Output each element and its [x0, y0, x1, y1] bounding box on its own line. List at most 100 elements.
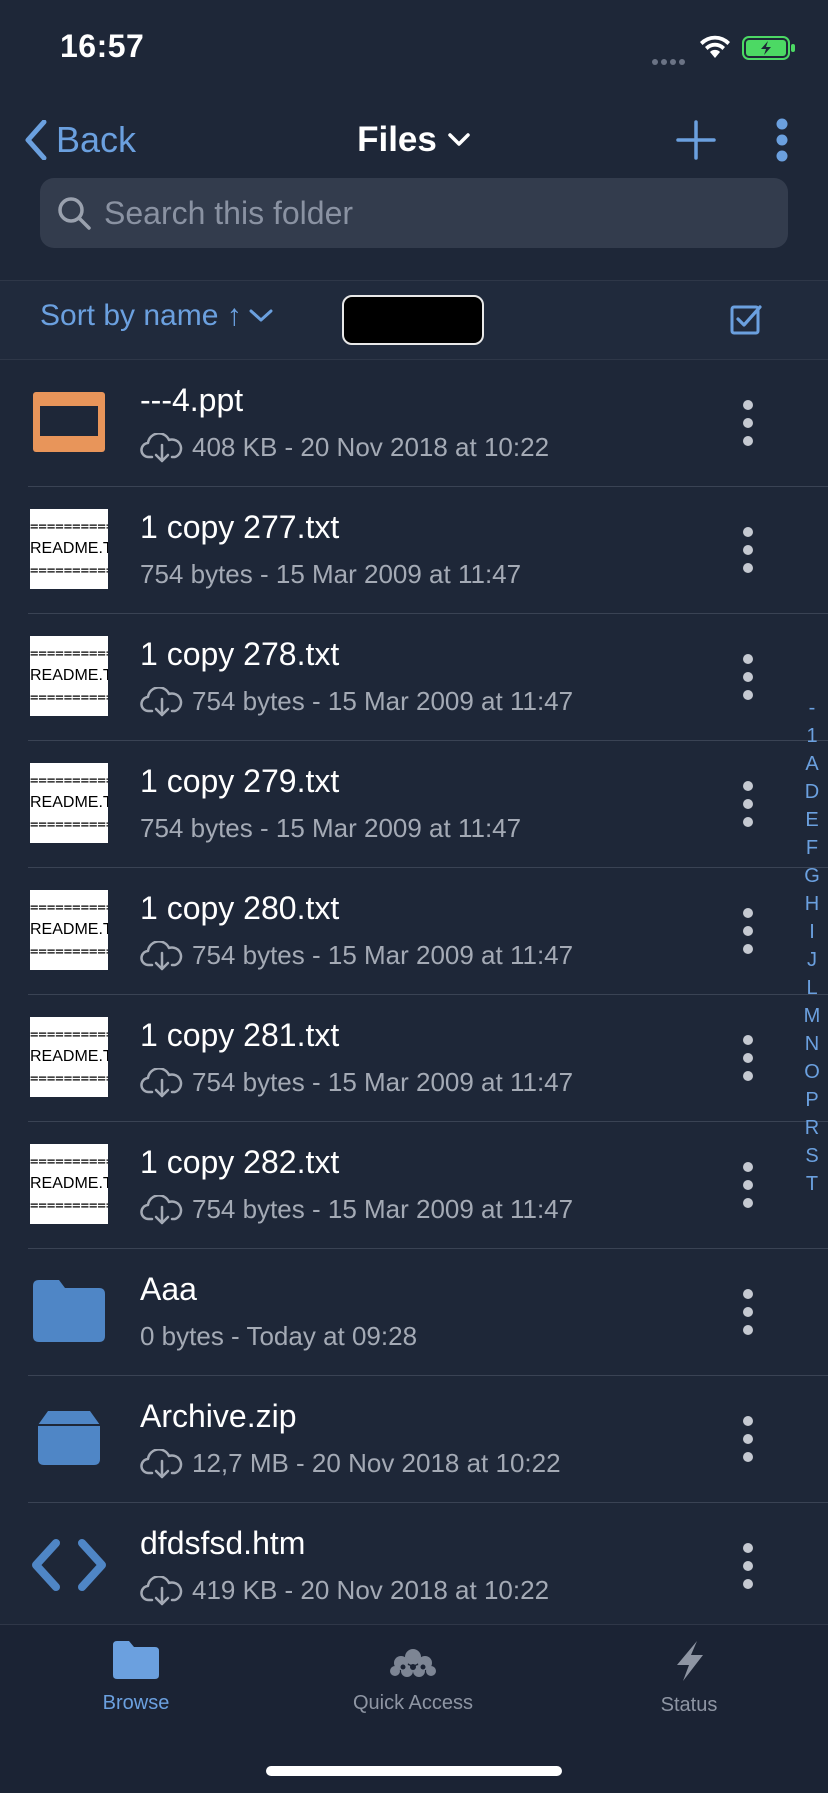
file-row[interactable]: Archive.zip 12,7 MB - 20 Nov 2018 at 10:2…	[28, 1376, 828, 1503]
section-index-letter[interactable]: O	[796, 1058, 828, 1086]
more-options-icon[interactable]	[728, 781, 768, 827]
cloud-download-icon	[140, 940, 183, 970]
file-row[interactable]: ========== README.T ========== 1 copy 281.t…	[28, 995, 828, 1122]
file-thumbnail	[30, 382, 108, 462]
file-name: 1 copy 279.txt	[140, 763, 340, 799]
file-meta-text: 754 bytes - 15 Mar 2009 at 11:47	[140, 559, 522, 589]
file-row[interactable]: ---4.ppt 408 KB - 20 Nov 2018 at 10:22	[28, 360, 828, 487]
cloud-download-icon	[140, 1448, 183, 1478]
folder-title-dropdown[interactable]: Files	[357, 120, 471, 160]
file-meta: 12,7 MB - 20 Nov 2018 at 10:22	[140, 1448, 561, 1479]
readme-thumbnail: ========== README.T ==========	[30, 636, 108, 716]
more-options-icon[interactable]	[728, 400, 768, 446]
folder-icon	[113, 1641, 159, 1679]
cloud-download-icon	[140, 686, 183, 716]
archive-icon	[38, 1411, 100, 1465]
file-meta: 408 KB - 20 Nov 2018 at 10:22	[140, 432, 549, 463]
file-name: dfdsfsd.htm	[140, 1525, 306, 1561]
file-row[interactable]: ========== README.T ========== 1 copy 279.t…	[28, 741, 828, 868]
more-options-icon[interactable]	[728, 1035, 768, 1081]
more-options-icon[interactable]	[728, 1416, 768, 1462]
file-meta-text: 408 KB - 20 Nov 2018 at 10:22	[192, 432, 550, 462]
cloud-download-icon	[140, 1194, 183, 1224]
sort-button[interactable]: Sort by name ↑	[40, 299, 274, 333]
bolt-icon	[677, 1641, 703, 1681]
file-thumbnail	[30, 1271, 108, 1351]
more-options-icon[interactable]	[728, 1289, 768, 1335]
section-index-letter[interactable]: P	[796, 1086, 828, 1114]
section-index[interactable]: -1ADEFGHIJLMNOPRST	[796, 694, 828, 1198]
thumbnail-rule: ==========	[30, 944, 108, 960]
file-name: 1 copy 280.txt	[140, 890, 340, 926]
search-bar	[40, 178, 788, 248]
sort-label: Sort by name ↑	[40, 299, 242, 332]
file-thumbnail: ========== README.T ==========	[30, 509, 108, 589]
file-meta: 754 bytes - 15 Mar 2009 at 11:47	[140, 940, 573, 971]
status-bar: 16:57	[0, 0, 828, 100]
section-index-letter[interactable]: N	[796, 1030, 828, 1058]
sort-bar: Sort by name ↑	[0, 281, 828, 359]
tab-quick-access[interactable]: Quick Access	[313, 1639, 513, 1715]
file-row[interactable]: dfdsfsd.htm 419 KB - 20 Nov 2018 at 10:22	[28, 1503, 828, 1629]
section-index-letter[interactable]: S	[796, 1142, 828, 1170]
section-index-letter[interactable]: A	[796, 750, 828, 778]
file-meta-text: 754 bytes - 15 Mar 2009 at 11:47	[140, 813, 522, 843]
readme-thumbnail: ========== README.T ==========	[30, 509, 108, 589]
more-options-icon[interactable]	[728, 654, 768, 700]
file-row[interactable]: ========== README.T ========== 1 copy 277.t…	[28, 487, 828, 614]
thumbnail-label: README.T	[30, 1048, 108, 1065]
file-row[interactable]: ========== README.T ========== 1 copy 280.t…	[28, 868, 828, 995]
file-thumbnail: ========== README.T ==========	[30, 1144, 108, 1224]
file-thumbnail: ========== README.T ==========	[30, 636, 108, 716]
more-options-icon[interactable]	[770, 112, 794, 168]
file-name: ---4.ppt	[140, 382, 244, 418]
section-index-letter[interactable]: I	[796, 918, 828, 946]
more-options-icon[interactable]	[728, 908, 768, 954]
chevron-down-icon	[249, 309, 273, 322]
thumbnail-rule: ==========	[30, 563, 108, 579]
tab-browse[interactable]: Browse	[36, 1639, 236, 1715]
section-index-letter[interactable]: J	[796, 946, 828, 974]
filter-pill[interactable]	[342, 295, 484, 345]
section-index-letter[interactable]: E	[796, 806, 828, 834]
section-index-letter[interactable]: M	[796, 1002, 828, 1030]
file-row[interactable]: ========== README.T ========== 1 copy 278.t…	[28, 614, 828, 741]
navigation-bar: Back Files	[0, 100, 828, 180]
section-index-letter[interactable]: R	[796, 1114, 828, 1142]
tab-label: Status	[660, 1694, 718, 1716]
thumbnail-label: README.T	[30, 794, 108, 811]
file-meta: 754 bytes - 15 Mar 2009 at 11:47	[140, 813, 521, 844]
file-meta-text: 754 bytes - 15 Mar 2009 at 11:47	[192, 1067, 574, 1097]
thumbnail-rule: ==========	[30, 1071, 108, 1087]
add-icon[interactable]	[676, 112, 716, 168]
search-icon	[58, 197, 91, 230]
section-index-letter[interactable]: L	[796, 974, 828, 1002]
folder-icon	[33, 1280, 105, 1342]
section-index-letter[interactable]: H	[796, 890, 828, 918]
search-input[interactable]	[102, 193, 746, 233]
cloud-download-icon	[140, 1067, 183, 1097]
section-index-letter[interactable]: G	[796, 862, 828, 890]
file-meta-text: 12,7 MB - 20 Nov 2018 at 10:22	[192, 1448, 561, 1478]
more-options-icon[interactable]	[728, 1162, 768, 1208]
file-meta-text: 754 bytes - 15 Mar 2009 at 11:47	[192, 1194, 574, 1224]
thumbnail-rule: ==========	[30, 817, 108, 833]
thumbnail-label: README.T	[30, 667, 108, 684]
file-row[interactable]: Aaa 0 bytes - Today at 09:28	[28, 1249, 828, 1376]
file-name: Archive.zip	[140, 1398, 297, 1434]
section-index-letter[interactable]: -	[796, 694, 828, 722]
file-meta-text: 419 KB - 20 Nov 2018 at 10:22	[192, 1575, 550, 1605]
more-options-icon[interactable]	[728, 1543, 768, 1589]
section-index-letter[interactable]: 1	[796, 722, 828, 750]
home-indicator	[266, 1766, 562, 1776]
file-row[interactable]: ========== README.T ========== 1 copy 282.t…	[28, 1122, 828, 1249]
presentation-icon	[33, 392, 105, 452]
more-options-icon[interactable]	[728, 527, 768, 573]
section-index-letter[interactable]: F	[796, 834, 828, 862]
section-index-letter[interactable]: D	[796, 778, 828, 806]
tab-status[interactable]: Status	[589, 1639, 789, 1717]
thumbnail-rule: ==========	[30, 1154, 108, 1170]
select-checkbox-icon[interactable]	[730, 303, 762, 335]
section-index-letter[interactable]: T	[796, 1170, 828, 1198]
file-thumbnail: ========== README.T ==========	[30, 1017, 108, 1097]
